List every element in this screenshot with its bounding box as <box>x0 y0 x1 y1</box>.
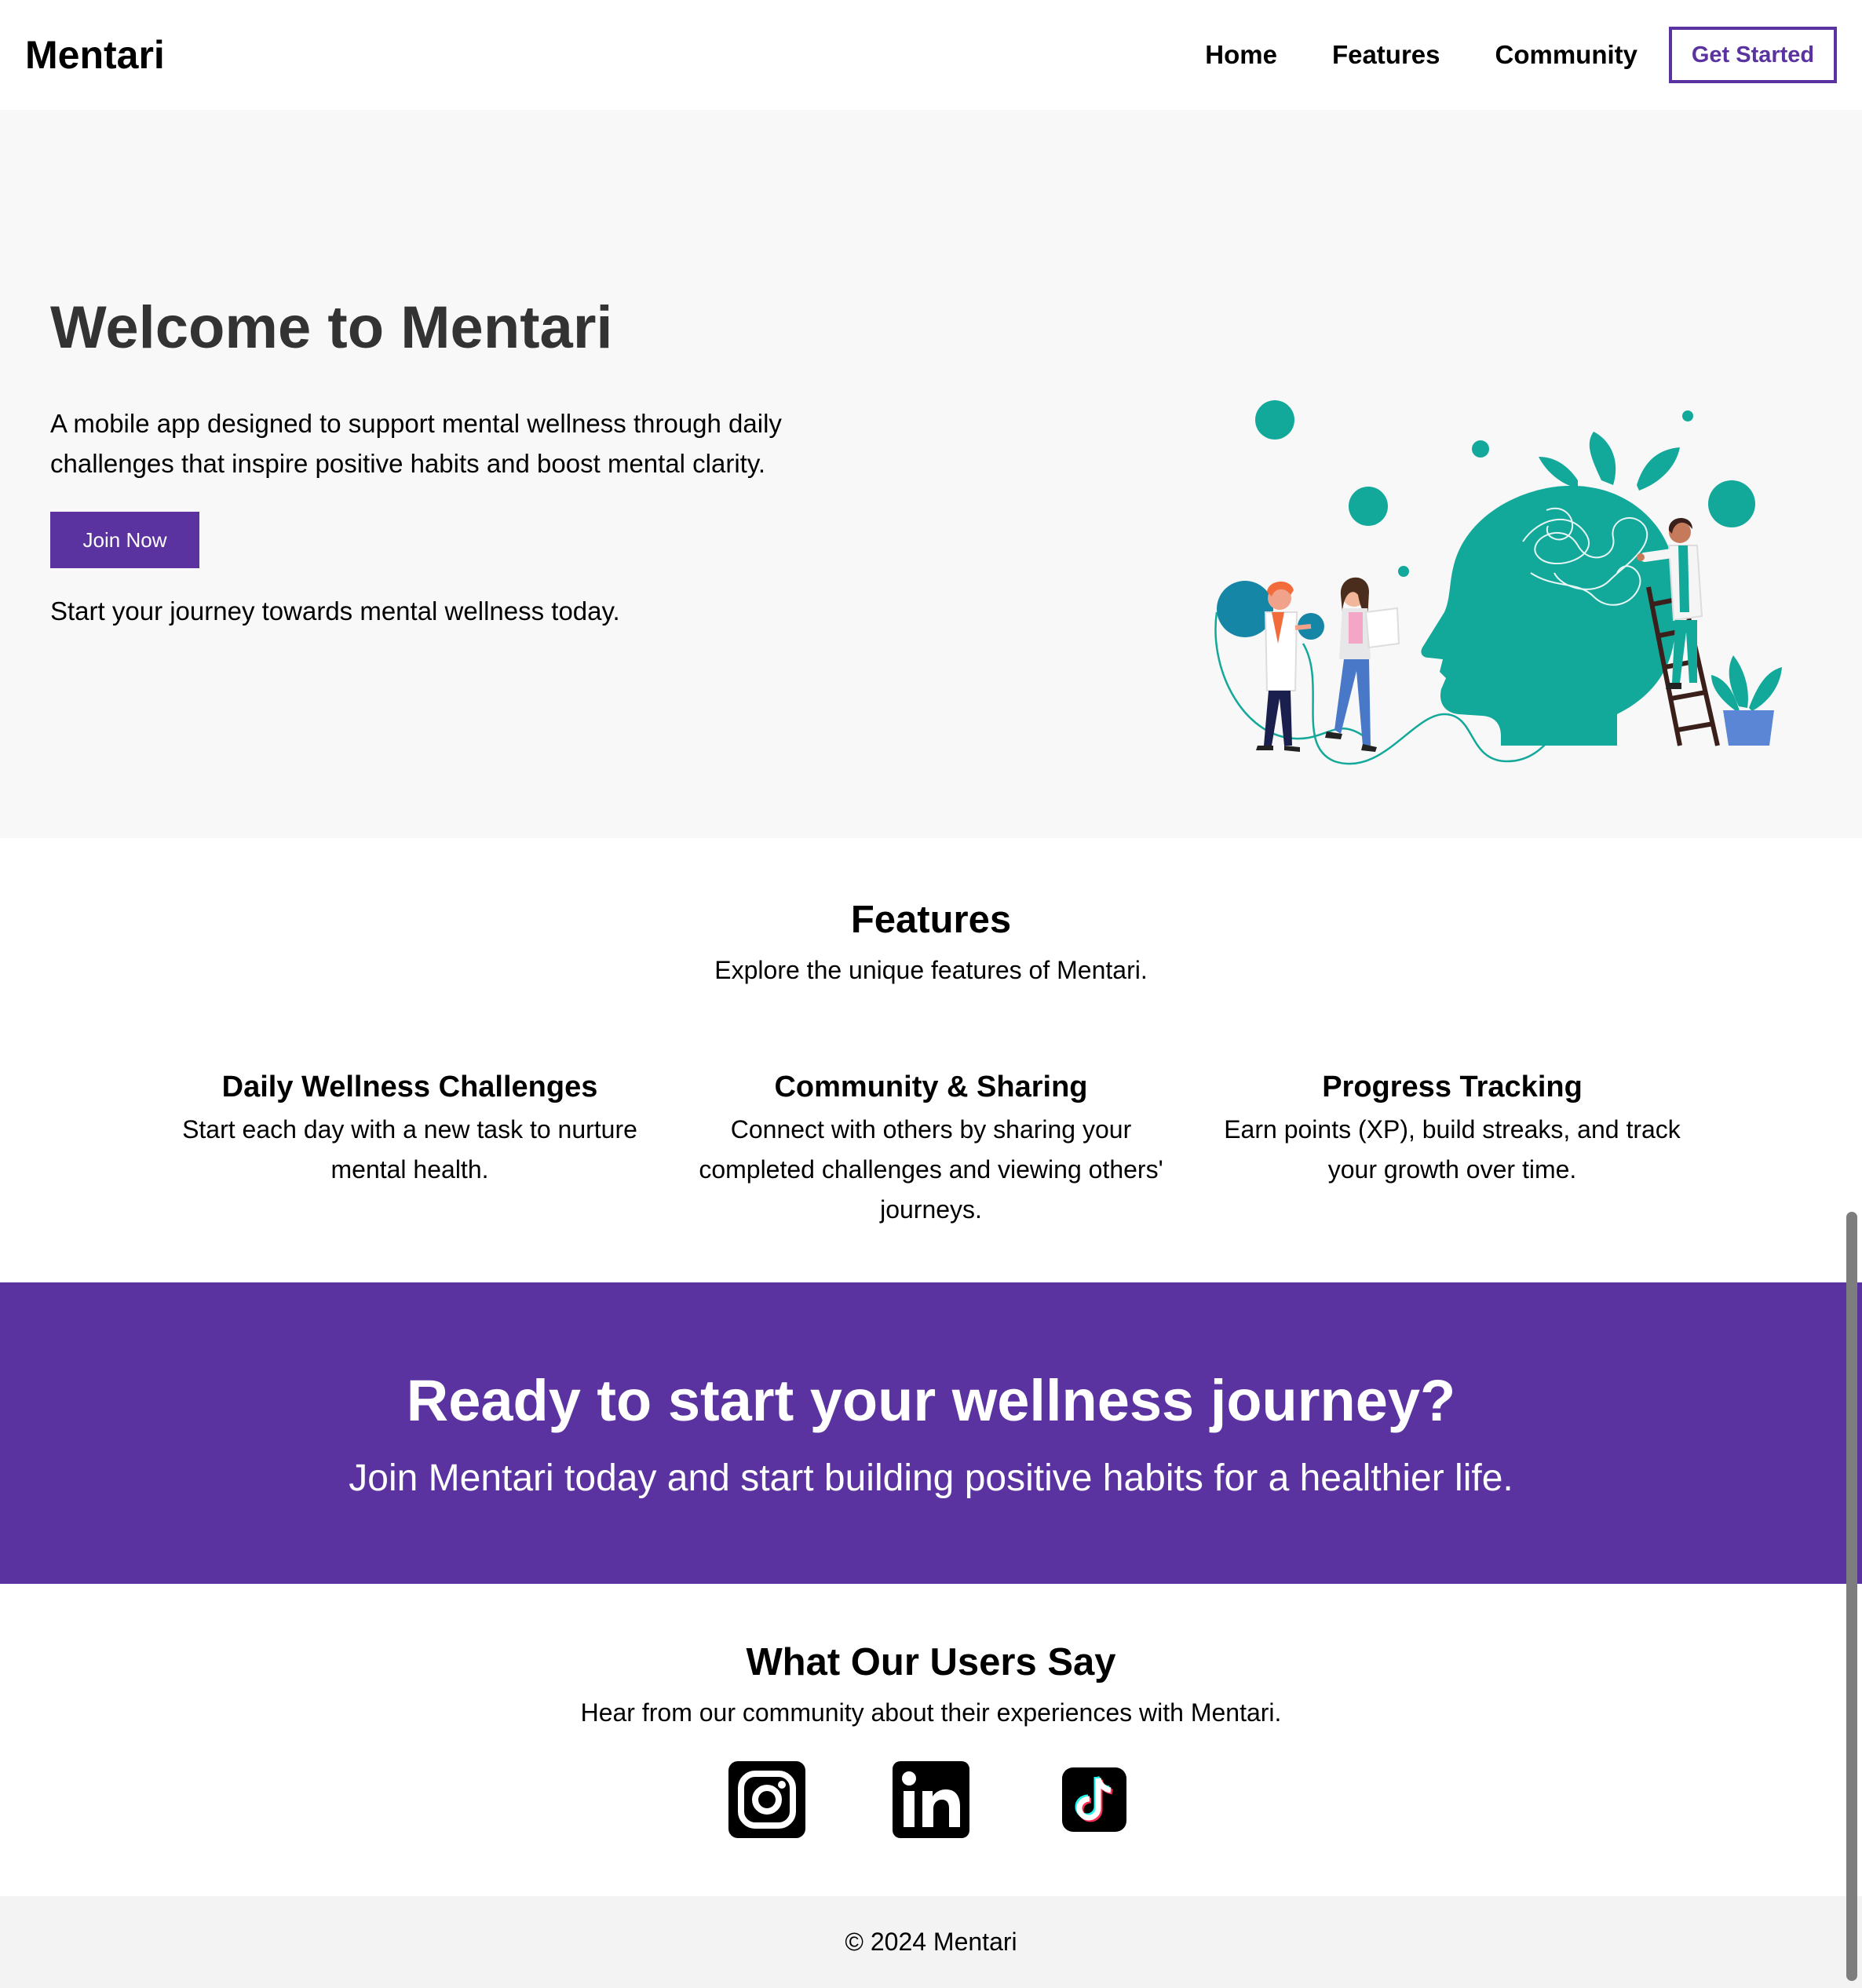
feature-description: Start each day with a new task to nurtur… <box>182 1115 637 1184</box>
nav-link-features[interactable]: Features <box>1332 40 1440 70</box>
features-title: Features <box>850 899 1012 941</box>
nav-links: Home Features Community Get Started <box>1205 27 1837 83</box>
footer: © 2024 Mentari <box>0 1896 1862 1988</box>
mental-health-head-illustration <box>1214 400 1782 765</box>
head-silhouette <box>1421 485 1679 746</box>
linkedin-icon[interactable] <box>893 1761 969 1838</box>
decor-dot <box>1472 440 1489 458</box>
feature-title: Daily Wellness Challenges <box>221 1071 598 1103</box>
hero-section: Welcome to Mentari A mobile app designed… <box>0 110 1862 838</box>
hero-description: A mobile app designed to support mental … <box>50 409 782 478</box>
decor-dot <box>1255 400 1294 440</box>
feature-card: Community & Sharing Connect with others … <box>680 1067 1182 1230</box>
cta-banner: Ready to start your wellness journey? Jo… <box>0 1282 1862 1584</box>
testimonials-title: What Our Users Say <box>746 1641 1116 1683</box>
feature-title: Progress Tracking <box>1322 1071 1583 1103</box>
page: Mentari Home Features Community Get Star… <box>0 0 1862 1988</box>
feature-card: Daily Wellness Challenges Start each day… <box>159 1067 661 1190</box>
instagram-icon[interactable] <box>728 1761 805 1838</box>
copyright-text: © 2024 Mentari <box>845 1928 1017 1956</box>
testimonials-section: What Our Users Say Hear from our communi… <box>0 1584 1862 1896</box>
decor-dot <box>1217 581 1273 637</box>
decor-dot <box>1349 487 1388 526</box>
testimonials-subtitle: Hear from our community about their expe… <box>580 1698 1282 1727</box>
features-subtitle: Explore the unique features of Mentari. <box>714 956 1148 984</box>
decor-dot <box>1398 566 1409 577</box>
person-figure <box>1325 577 1400 752</box>
cta-subtitle: Join Mentari today and start building po… <box>349 1457 1513 1499</box>
get-started-button[interactable]: Get Started <box>1669 27 1837 83</box>
feature-description: Connect with others by sharing your comp… <box>699 1115 1163 1224</box>
tiktok-icon[interactable] <box>1062 1767 1126 1832</box>
page-scrollbar[interactable] <box>1846 1212 1857 1981</box>
join-now-button[interactable]: Join Now <box>50 512 199 568</box>
top-navbar: Mentari Home Features Community Get Star… <box>0 0 1862 110</box>
feature-card: Progress Tracking Earn points (XP), buil… <box>1201 1067 1703 1190</box>
hero-title: Welcome to Mentari <box>50 294 613 361</box>
brand-logo[interactable]: Mentari <box>25 32 165 78</box>
nav-link-community[interactable]: Community <box>1495 40 1638 70</box>
decor-dot <box>1682 410 1693 421</box>
features-section: Features Explore the unique features of … <box>0 838 1862 1282</box>
feature-title: Community & Sharing <box>774 1071 1088 1103</box>
decor-dot <box>1708 480 1755 527</box>
feature-description: Earn points (XP), build streaks, and tra… <box>1224 1115 1681 1184</box>
hero-note: Start your journey towards mental wellne… <box>50 596 620 626</box>
cta-title: Ready to start your wellness journey? <box>406 1368 1456 1433</box>
social-links <box>0 1760 1862 1838</box>
nav-link-home[interactable]: Home <box>1205 40 1277 70</box>
potted-plant <box>1711 655 1782 746</box>
